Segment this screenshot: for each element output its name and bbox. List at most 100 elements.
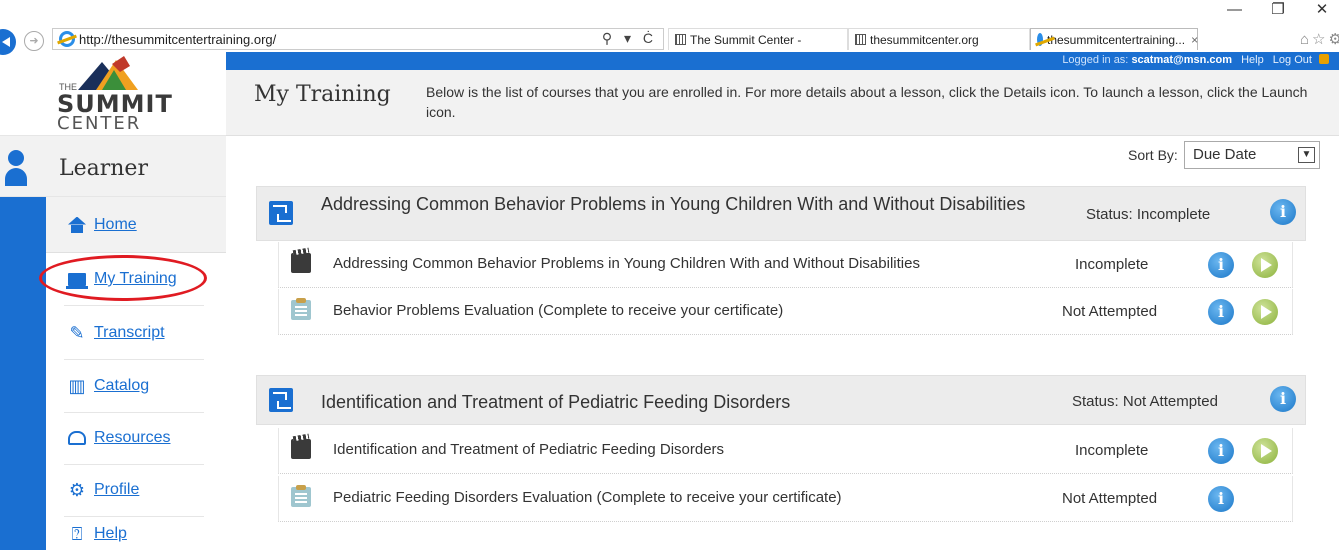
sidebar-item-label[interactable]: Home <box>94 216 137 234</box>
course-logo-icon <box>269 201 293 225</box>
sort-label: Sort By: <box>1128 147 1178 163</box>
chevron-down-icon[interactable]: ▼ <box>1298 147 1315 163</box>
tab-summitcentertraining[interactable]: thesummitcentertraining... × <box>1030 28 1198 50</box>
tab-summit-center[interactable]: The Summit Center - <box>668 28 848 50</box>
person-icon <box>0 150 30 190</box>
course-title: Identification and Treatment of Pediatri… <box>321 392 791 412</box>
lesson-row: Addressing Common Behavior Problems in Y… <box>278 242 1293 288</box>
page-icon <box>855 34 866 45</box>
mountain-logo-icon <box>78 56 138 90</box>
tab-label: thesummitcentertraining... <box>1047 32 1186 47</box>
lesson-title: Behavior Problems Evaluation (Complete t… <box>333 302 784 319</box>
lesson-row: Identification and Treatment of Pediatri… <box>278 428 1293 474</box>
close-window-button[interactable]: ✕ <box>1315 0 1329 22</box>
details-info-icon[interactable]: i <box>1208 486 1234 512</box>
divider <box>64 359 204 360</box>
browser-chrome: — ❐ ✕ ➜ http://thesummitcentertraining.o… <box>0 0 1339 55</box>
sort-value: Due Date <box>1193 146 1257 163</box>
course-status: Status: Incomplete <box>1086 206 1211 223</box>
sidebar-item-help[interactable]: ⍰ Help <box>46 519 226 549</box>
info-icon[interactable]: i <box>1270 386 1296 412</box>
summit-center-logo[interactable]: THE SUMMIT CENTER <box>0 52 210 134</box>
divider <box>64 516 204 517</box>
search-refresh-icons[interactable]: ⚲ ▾ Ċ <box>602 30 657 47</box>
lock-icon <box>1319 54 1329 64</box>
top-bar: Logged in as: scatmat@msn.com Help Log O… <box>226 52 1339 70</box>
toolbar-icons[interactable]: ⌂☆⚙ <box>1300 30 1339 48</box>
forward-button[interactable]: ➜ <box>24 31 44 51</box>
course-header: Identification and Treatment of Pediatri… <box>256 375 1306 425</box>
minimize-button[interactable]: — <box>1227 0 1242 22</box>
ie-page-icon <box>59 31 75 47</box>
details-info-icon[interactable]: i <box>1208 299 1234 325</box>
lesson-status: Incomplete <box>1075 256 1149 273</box>
video-clapper-icon <box>291 439 311 459</box>
divider <box>64 464 204 465</box>
lesson-status: Not Attempted <box>1062 490 1158 507</box>
launch-play-icon[interactable] <box>1252 299 1278 325</box>
tab-label: The Summit Center - <box>690 32 802 47</box>
lesson-title: Pediatric Feeding Disorders Evaluation (… <box>333 489 842 506</box>
sidebar-item-home[interactable]: Home <box>46 197 226 253</box>
window-controls: — ❐ ✕ <box>1227 0 1329 22</box>
help-icon: ⍰ <box>71 523 83 544</box>
gear-icon: ⚙ <box>68 479 86 500</box>
course-title: Addressing Common Behavior Problems in Y… <box>321 194 1026 214</box>
evaluation-clipboard-icon <box>291 485 311 507</box>
video-clapper-icon <box>291 253 311 273</box>
sidebar-item-catalog[interactable]: ▥ Catalog <box>46 362 226 410</box>
sidebar-item-profile[interactable]: ⚙ Profile <box>46 466 226 514</box>
tab-summitcenter-org[interactable]: thesummitcenter.org <box>848 28 1030 50</box>
sidebar-item-label[interactable]: Resources <box>94 429 170 447</box>
sidebar-item-label[interactable]: Catalog <box>94 377 149 395</box>
info-icon[interactable]: i <box>1270 199 1296 225</box>
transcript-icon: ✎ <box>69 322 85 343</box>
page-icon <box>675 34 686 45</box>
sort-select[interactable]: Due Date ▼ <box>1184 141 1320 169</box>
logo-center: CENTER <box>57 113 142 134</box>
launch-play-icon[interactable] <box>1252 252 1278 278</box>
sidebar-item-label[interactable]: Transcript <box>94 324 165 342</box>
lesson-title: Addressing Common Behavior Problems in Y… <box>333 255 920 272</box>
tab-close-icon[interactable]: × <box>1191 33 1198 47</box>
launch-play-icon[interactable] <box>1252 438 1278 464</box>
lesson-status: Not Attempted <box>1062 303 1158 320</box>
course-logo-icon <box>269 388 293 412</box>
restore-button[interactable]: ❐ <box>1271 0 1285 22</box>
details-info-icon[interactable]: i <box>1208 252 1234 278</box>
lesson-row: Pediatric Feeding Disorders Evaluation (… <box>278 476 1293 522</box>
help-link[interactable]: Help <box>1241 54 1264 66</box>
cloud-icon <box>66 428 88 448</box>
user-email: scatmat@msn.com <box>1131 54 1233 66</box>
sidebar-item-label[interactable]: Profile <box>94 481 139 499</box>
logged-in-label: Logged in as: <box>1062 54 1132 66</box>
divider <box>64 412 204 413</box>
house-icon <box>66 215 88 235</box>
sidebar-nav: Home My Training ✎ Transcript ▥ Catalog … <box>46 197 226 550</box>
page-header: My Training Below is the list of courses… <box>226 70 1339 136</box>
sidebar-item-transcript[interactable]: ✎ Transcript <box>46 309 226 357</box>
course-header: Addressing Common Behavior Problems in Y… <box>256 186 1306 241</box>
ie-page-icon <box>1037 33 1043 46</box>
page-description: Below is the list of courses that you ar… <box>426 84 1308 120</box>
details-info-icon[interactable]: i <box>1208 438 1234 464</box>
catalog-icon: ▥ <box>68 375 86 396</box>
sidebar-accent-bar <box>0 197 46 550</box>
sidebar-item-resources[interactable]: Resources <box>46 414 226 462</box>
lesson-status: Incomplete <box>1075 442 1149 459</box>
page-title: My Training <box>254 82 391 107</box>
tab-strip: The Summit Center - thesummitcenter.org … <box>668 28 1198 50</box>
login-info: Logged in as: scatmat@msn.com Help Log O… <box>1062 54 1329 66</box>
sidebar-item-label[interactable]: Help <box>94 525 127 543</box>
learner-title: Learner <box>59 156 148 181</box>
course-status: Status: Not Attempted <box>1072 393 1218 410</box>
lesson-row: Behavior Problems Evaluation (Complete t… <box>278 289 1293 335</box>
logout-link[interactable]: Log Out <box>1273 54 1312 66</box>
divider <box>64 305 204 306</box>
address-bar[interactable]: http://thesummitcentertraining.org/ ⚲ ▾ … <box>52 28 664 50</box>
evaluation-clipboard-icon <box>291 298 311 320</box>
learner-section-header: Learner <box>0 135 226 197</box>
tab-label: thesummitcenter.org <box>870 32 979 47</box>
lesson-title: Identification and Treatment of Pediatri… <box>333 441 725 458</box>
address-url[interactable]: http://thesummitcentertraining.org/ <box>79 32 276 47</box>
